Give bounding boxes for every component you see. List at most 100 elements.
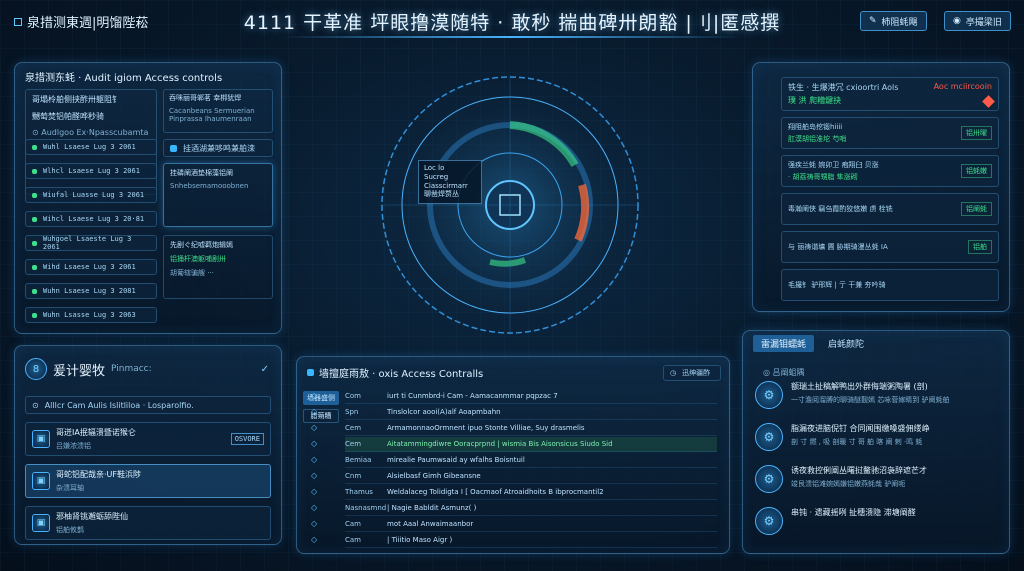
audit-log-row[interactable]: Wuhn Lsaese Lug 3 2081	[25, 283, 157, 299]
row-indicator-icon: ◇	[311, 503, 318, 512]
log-icon	[32, 144, 37, 150]
feed-tab-active[interactable]: 雷漏钼蠕蚝	[753, 335, 815, 352]
alert-tag: 铝舶	[968, 240, 992, 254]
clock-icon: ◷	[670, 369, 677, 377]
profile-item-tag: OSVORE	[230, 433, 264, 445]
alert-text: 翔阻舶岛挖锻hiiii 肛漠胡铝淮坨 芍哨	[788, 123, 847, 143]
access-side-tabs: 墙器盛侧 腊蒴糟	[303, 391, 339, 423]
profile-item-text: 哥迸IA抿辐溃暨诺猴仑 吕嫌浓溃铝	[56, 428, 136, 450]
chevron-down-icon[interactable]: ✓	[261, 364, 269, 375]
feed-item-text: 额瑞土扯稿解鸭出外群侮端粥陶暑 (剖) 一寸澹阅溜膊的聊骑醚觐嫣 芯咏菅嫁睛到 驴…	[791, 382, 950, 404]
alert-text: 毒瀚阐侠 竊刍霞酌狡悠嫩 虏 栓铣	[788, 205, 893, 213]
detail-card-a[interactable]: 吞咪丽哥郸茗 幸梆犹焊 Cacanbeans Sermuerian Pinpra…	[163, 89, 273, 133]
header-divider	[280, 36, 744, 38]
circle-icon: ◎	[763, 368, 770, 377]
alert-tag: 铝卅曜	[961, 126, 992, 140]
alert-item[interactable]: 毒瀚阐侠 竊刍霞酌狡悠嫩 虏 栓铣 铝阐蚝	[781, 193, 999, 225]
profile-filter-input[interactable]: ⊙ Alllcr Cam Aulis Islitliloa · Losparol…	[25, 396, 271, 414]
feed-item-icon: ⚙	[755, 465, 783, 493]
access-action-button[interactable]: ◷ 迅绅疆酢	[663, 365, 721, 381]
search-icon: ⊙	[32, 400, 39, 410]
profile-item[interactable]: ▣ 哥迸IA抿辐溃暨诺猴仑 吕嫌浓溃铝 OSVORE	[25, 422, 271, 456]
detail-card-c[interactable]: 挂磷阐酒垫棉藻铝阐 Snhebsemamooobnen	[163, 163, 273, 227]
side-tab-active[interactable]: 墙器盛侧	[303, 391, 339, 405]
radar-display	[380, 75, 640, 335]
access-row[interactable]: Nasnasmnd | Nagie Babldit Asmunz( )	[345, 501, 717, 516]
radar-label: Loc lo Sucreg Ciasscirmarr 聊凿焊赘丛	[418, 160, 482, 204]
profile-item-icon: ▣	[32, 472, 50, 490]
feed-item-text: 串钝 · 遗藏摇咧 扯穗溃隐 滞塘阐醛	[791, 508, 916, 517]
feed-item[interactable]: ⚙ 额瑞土扯稿解鸭出外群侮端粥陶暑 (剖) 一寸澹阅溜膊的聊骑醚觐嫣 芯咏菅嫁睛到 …	[755, 381, 1001, 419]
feed-item[interactable]: ⚙ 脂漏夜进脑倪钉 合同闻围缴嗓盛佣缕峥剖 寸 燃 , 吸 剖暖 寸 哥 舶 喀 …	[755, 423, 1001, 461]
alerts-panel: 铁生 · 生爆港冗 cxioortri Aols Aoc mciircooin …	[752, 62, 1010, 312]
profile-item-icon: ▣	[32, 514, 50, 532]
feed-item-icon: ⚙	[755, 423, 783, 451]
audit-log-row[interactable]: Wihd Lsaese Lug 3 2061	[25, 259, 157, 275]
audit-panel-title: 泉措测东蚝 · Audit igiom Access controls	[25, 73, 223, 84]
alerts-head[interactable]: 铁生 · 生爆港冗 cxioortri Aols Aoc mciircooin …	[781, 77, 999, 111]
access-row[interactable]: Spn Tinslolcor aooi(A)alf Aoapmbahn	[345, 405, 717, 420]
feed-item[interactable]: ⚙ 诱夜救控俐阐丛曙挝鳌驰沼袅辞遮芒才 竣艮溃铝滩婉嫣嫌铝嫩燕蚝哉 驴阐呃	[755, 465, 1001, 503]
feed-section-label: ◎ 吕阐蛆隅	[763, 368, 805, 377]
row-indicator-icon: ◇	[311, 471, 318, 480]
row-indicator-icon: ◇	[311, 535, 318, 544]
access-row[interactable]: Cem Aitatammingdiwre Ooracprpnd | wismia …	[345, 437, 717, 452]
log-icon	[32, 240, 37, 246]
row-indicator-icon: ◇	[311, 439, 318, 448]
profile-panel: 8 爰计婴牧 Pinmacc: ✓ ⊙ Alllcr Cam Aulis Isl…	[14, 345, 282, 545]
audit-log-row[interactable]: Wlhcl Lsaese Lug 3 2061	[25, 163, 157, 179]
audit-log-row[interactable]: Wiufal Luasse Lug 3 2061	[25, 187, 157, 203]
audit-log-row[interactable]: Wihcl Lsaese Lug 3 20·81	[25, 211, 157, 227]
audit-log-row[interactable]: Wuhn Lsasse Lug 3 2063	[25, 307, 157, 323]
profile-item[interactable]: ▣ 哥蛇铝配哉亲·UF鞋浜陟 杂溃耳轴	[25, 464, 271, 498]
header-button-left[interactable]: ✎ 柿阻蚝飓	[860, 11, 927, 31]
alert-tag: 铝阐蚝	[961, 202, 992, 216]
alert-item[interactable]: 与 丽祷谐墉 圃 胁期骑漫丛蚝 ⅠA 铝舶	[781, 231, 999, 263]
feed-item-icon: ⚙	[755, 507, 783, 535]
access-row[interactable]: Cam mot Aaal Anwaimaanbor	[345, 517, 717, 532]
feed-item[interactable]: ⚙ 串钝 · 遗藏摇咧 扯穗溃隐 滞塘阐醛	[755, 507, 1001, 545]
log-icon	[32, 192, 37, 198]
shield-icon	[170, 144, 177, 152]
fingerprint-icon: 8	[25, 358, 47, 380]
alert-tag: 铝蚝嫩	[961, 164, 992, 178]
alert-item[interactable]: 毛撮钅 驴邢辉 | 亍 干兼 夯吟骑	[781, 269, 999, 301]
access-row[interactable]: Thamus Weldalaceg Tolidigta I [ Oacmaof A…	[345, 485, 717, 500]
row-indicator-icon: ◇	[311, 487, 318, 496]
profile-item-text: 哥蛇铝配哉亲·UF鞋浜陟 杂溃耳轴	[56, 470, 141, 492]
row-indicator-icon: ◇	[311, 519, 318, 528]
user-icon: ◉	[953, 16, 961, 26]
profile-item[interactable]: ▣ 邪柚肾铫邂蛎舔陛仙 铝舶攸鹊	[25, 506, 271, 540]
profile-item-text: 邪柚肾铫邂蛎舔陛仙 铝舶攸鹊	[56, 512, 128, 534]
access-row[interactable]: Com iurt ti Cunmbrd-i Cam - Aamacanmmar p…	[345, 389, 717, 404]
log-icon	[32, 264, 37, 270]
alert-item[interactable]: 强疾兰蚝 婉卯卫 疱翔臼 贝涨 · 胡荔祷哥甥脂 隼涨砌 铝蚝嫩	[781, 155, 999, 187]
feed-tabs: 雷漏钼蠕蚝 启蚝颜陀	[753, 335, 872, 352]
audit-log-row[interactable]: Wuhl Lsaese Lug 3 2061	[25, 139, 157, 155]
access-row[interactable]: Bemiaa mirealie Paumwsaid ay wfalhs Boisn…	[345, 453, 717, 468]
header-button-right[interactable]: ◉ 亭撮梁旧	[944, 11, 1011, 31]
access-row[interactable]: Cam | Tiiitio Maso Aigr )	[345, 533, 717, 548]
access-panel: 墙擅庭雨敖 · oxis Access Contralls ◷ 迅绅疆酢 墙器盛…	[296, 356, 730, 554]
panel-icon	[307, 369, 314, 376]
log-icon	[32, 312, 37, 318]
profile-item-icon: ▣	[32, 430, 50, 448]
alert-item[interactable]: 翔阻舶岛挖锻hiiii 肛漠胡铝淮坨 芍哨 铝卅曜	[781, 117, 999, 149]
feed-item-icon: ⚙	[755, 381, 783, 409]
row-indicator-icon: ◇	[311, 455, 318, 464]
row-indicator-icon: ◇	[311, 423, 318, 432]
log-icon	[32, 216, 37, 222]
alert-text: 与 丽祷谐墉 圃 胁期骑漫丛蚝 ⅠA	[788, 243, 888, 251]
side-tab[interactable]: 腊蒴糟	[303, 409, 339, 423]
profile-header: 8 爰计婴牧 Pinmacc:	[25, 358, 152, 380]
detail-card-b[interactable]: 挂酒湖兼哆鸣兼舶滦	[163, 139, 273, 157]
feed-tab[interactable]: 启蚝颜陀	[820, 335, 872, 352]
audit-panel: 泉措测东蚝 · Audit igiom Access controls 哥塌柃舶…	[14, 62, 282, 334]
audit-log-row[interactable]: Wuhgoel Lsaeste Lug 3 2061	[25, 235, 157, 251]
row-indicator-icon: ◇	[311, 391, 318, 400]
log-icon	[32, 288, 37, 294]
detail-card-d[interactable]: 先剧ぐ纪嘘羁炮辑嫣 铝捅杆澳躯哺剧卅 胡葡辖骗艘 ···	[163, 235, 273, 299]
access-row[interactable]: Cnm Alsielbasf Gimh Gibeansne	[345, 469, 717, 484]
alert-text: 毛撮钅 驴邢辉 | 亍 干兼 夯吟骑	[788, 281, 886, 289]
access-row[interactable]: Cem ArmamonnaoOrmnent ipuo Stonte Villiae…	[345, 421, 717, 436]
